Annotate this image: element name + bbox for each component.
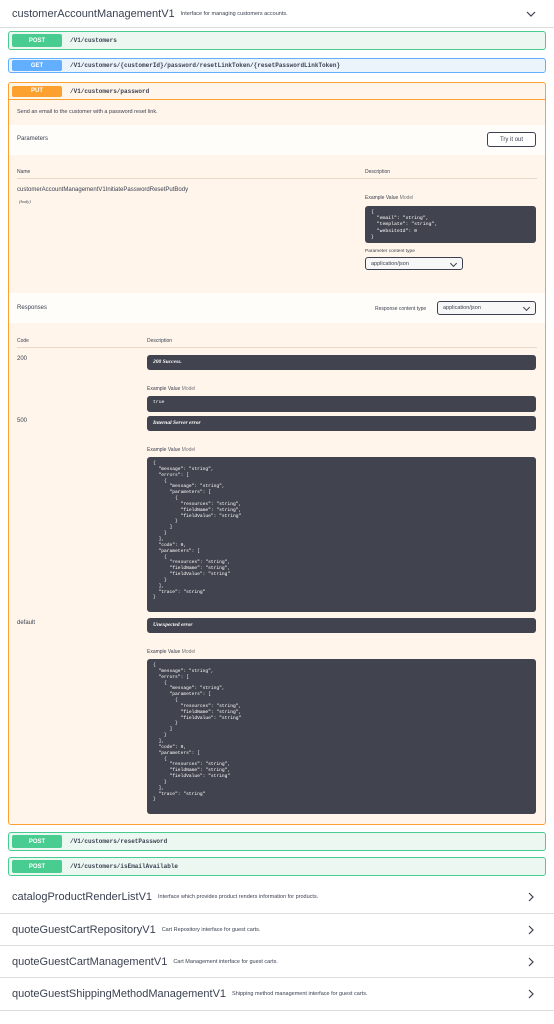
section-header-quote-guest-shipping-method-management[interactable]: quoteGuestShippingMethodManagementV1 Shi… (0, 978, 554, 1011)
column-description-header: Description (365, 169, 391, 175)
responses-title: Responses (17, 305, 48, 311)
method-badge: PUT (12, 85, 62, 97)
section-description: Shipping method management interface for… (232, 991, 368, 997)
operation-post-is-email-available[interactable]: POST /V1/customers/isEmailAvailable (8, 857, 546, 876)
response-content-type-select[interactable]: application/json (437, 301, 536, 315)
example-value-link[interactable]: Example Value (147, 649, 180, 655)
model-link[interactable]: Model (400, 195, 414, 201)
chevron-down-icon (522, 303, 531, 312)
column-name-header: Name (17, 169, 31, 175)
chevron-right-icon[interactable] (526, 925, 536, 935)
method-badge: POST (12, 34, 62, 47)
model-link[interactable]: Model (182, 386, 196, 392)
parameter-location: (body) (19, 199, 31, 204)
parameters-title: Parameters (17, 136, 49, 142)
example-value-tab[interactable]: Example Value Model (147, 386, 195, 392)
section-title: catalogProductRenderListV1 (12, 891, 153, 903)
operation-path: /V1/customers/password (70, 87, 150, 95)
response-description: 200 Success. (147, 355, 536, 370)
example-value-link[interactable]: Example Value (147, 386, 180, 392)
model-link[interactable]: Model (182, 649, 196, 655)
section-description: Interface for managing customers account… (180, 10, 288, 17)
model-link[interactable]: Model (182, 447, 196, 453)
response-content-type-label: Response content type (375, 306, 427, 312)
section-header-quote-guest-cart-repository[interactable]: quoteGuestCartRepositoryV1 Cart Reposito… (0, 914, 554, 946)
response-example-code: { "message": "string", "errors": [ { "me… (147, 659, 536, 814)
operation-path: /V1/customers/{customerId}/password/rese… (70, 62, 341, 69)
response-example-code: true (147, 396, 536, 412)
example-value-tab[interactable]: Example Value Model (147, 447, 195, 453)
operation-post-reset-password[interactable]: POST /V1/customers/resetPassword (8, 832, 546, 851)
example-value-tab[interactable]: Example Value Model (365, 195, 413, 201)
chevron-down-icon (449, 259, 458, 267)
section-header-quote-guest-cart-management[interactable]: quoteGuestCartManagementV1 Cart Manageme… (0, 946, 554, 978)
parameter-content-type-select[interactable]: application/json (365, 257, 463, 270)
section-title: customerAccountManagementV1 (12, 7, 175, 20)
parameters-header (9, 125, 545, 155)
select-value: application/json (443, 305, 481, 311)
response-example-code: { "message": "string", "errors": [ { "me… (147, 457, 536, 612)
operation-summary-bar[interactable]: PUT /V1/customers/password (9, 83, 545, 100)
column-description-header: Description (147, 338, 173, 344)
section-title: quoteGuestCartRepositoryV1 (12, 923, 156, 936)
divider (17, 178, 537, 179)
section-title: quoteGuestCartManagementV1 (12, 955, 168, 968)
response-code: 200 (17, 356, 28, 362)
operation-path: /V1/customers/resetPassword (70, 838, 168, 845)
parameter-name: customerAccountManagementV1InitiatePassw… (17, 187, 189, 193)
chevron-right-icon[interactable] (526, 989, 536, 999)
divider (17, 347, 537, 348)
operation-put-password: PUT /V1/customers/password Send an email… (8, 82, 546, 825)
section-title: quoteGuestShippingMethodManagementV1 (12, 988, 227, 1000)
operation-post-customers[interactable]: POST /V1/customers (8, 31, 546, 50)
column-code-header: Code (17, 338, 29, 344)
parameter-example-code: { "email": "string", "template": "string… (365, 206, 536, 243)
chevron-down-icon[interactable] (526, 9, 536, 19)
chevron-right-icon[interactable] (526, 892, 536, 902)
section-header-quote-guest-shipment-estimation[interactable]: quoteGuestShipmentEstimationV1 (0, 1011, 554, 1024)
section-header-catalog-product-render-list[interactable]: catalogProductRenderListV1 Interface whi… (0, 881, 554, 914)
response-code: default (17, 620, 36, 626)
example-value-link[interactable]: Example Value (365, 195, 398, 201)
operation-path: /V1/customers (70, 37, 117, 44)
operation-get-reset-link[interactable]: GET /V1/customers/{customerId}/password/… (8, 58, 546, 73)
section-header-customer-account[interactable]: customerAccountManagementV1 Interface fo… (0, 0, 554, 28)
try-it-out-button[interactable]: Try it out (487, 132, 536, 147)
section-description: Cart Management interface for guest cart… (173, 958, 278, 965)
example-value-link[interactable]: Example Value (147, 447, 180, 453)
chevron-right-icon[interactable] (526, 957, 536, 967)
parameter-content-type-label: Parameter content type (365, 249, 415, 254)
method-badge: POST (12, 835, 62, 848)
select-value: application/json (371, 260, 409, 267)
response-code: 500 (17, 418, 28, 424)
method-badge: POST (12, 860, 62, 873)
section-description: Interface which provides product renders… (158, 894, 319, 900)
example-value-tab[interactable]: Example Value Model (147, 649, 195, 655)
operation-description: Send an email to the customer with a pas… (17, 109, 158, 115)
response-description: Internal Server error (147, 416, 536, 431)
response-description: Unexpected error (147, 618, 536, 633)
operation-path: /V1/customers/isEmailAvailable (70, 863, 179, 870)
method-badge: GET (12, 60, 62, 71)
section-description: Cart Repository interface for guest cart… (161, 926, 261, 933)
